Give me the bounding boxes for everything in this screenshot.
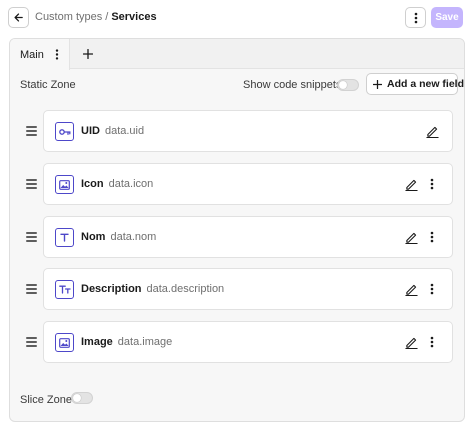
image-icon <box>55 175 74 194</box>
field-label: Description data.description <box>81 283 224 295</box>
slice-zone-label: Slice Zone <box>20 394 72 406</box>
field-card[interactable]: Icon data.icon <box>43 163 453 205</box>
field-api-path: data.uid <box>104 125 145 137</box>
back-button[interactable] <box>8 7 29 28</box>
add-tab-button[interactable] <box>80 45 96 63</box>
field-row-nom: Nom data.nom <box>10 216 464 258</box>
field-row-image: Image data.image <box>10 321 464 363</box>
image-icon <box>55 333 74 352</box>
field-row-uid: UID data.uid <box>10 110 464 152</box>
show-snippets-label: Show code snippets? <box>243 79 348 91</box>
slice-zone-toggle[interactable] <box>71 392 93 404</box>
tab-bar: Main <box>10 39 464 70</box>
drag-handle-icon[interactable] <box>26 284 37 294</box>
drag-handle-icon[interactable] <box>26 126 37 136</box>
field-label: Nom data.nom <box>81 231 156 243</box>
vertical-dots-icon <box>430 283 434 295</box>
plus-icon <box>373 79 382 89</box>
field-options-button[interactable] <box>427 176 437 192</box>
pencil-icon <box>404 337 418 349</box>
field-options-button[interactable] <box>427 229 437 245</box>
field-card[interactable]: UID data.uid <box>43 110 453 152</box>
arrow-left-icon <box>14 13 23 22</box>
edit-field-button[interactable] <box>403 281 419 297</box>
top-bar: Custom types / Services Save <box>0 0 474 36</box>
edit-field-button[interactable] <box>403 334 419 350</box>
field-name: Icon <box>81 178 104 190</box>
field-api-path: data.icon <box>108 178 154 190</box>
drag-handle-icon[interactable] <box>26 232 37 242</box>
field-options-button[interactable] <box>427 334 437 350</box>
show-snippets-toggle[interactable] <box>337 79 359 91</box>
pencil-icon <box>404 232 418 244</box>
toggle-knob <box>339 81 347 89</box>
field-name: UID <box>81 125 100 137</box>
field-api-path: data.description <box>146 283 225 295</box>
drag-handle-icon[interactable] <box>26 337 37 347</box>
tab-main-label: Main <box>20 48 44 61</box>
field-name: Nom <box>81 231 106 243</box>
field-label: Image data.image <box>81 336 172 348</box>
vertical-dots-icon <box>414 12 417 23</box>
plus-icon <box>83 49 93 59</box>
more-options-button[interactable] <box>405 7 426 28</box>
pencil-icon <box>404 284 418 296</box>
field-options-button[interactable] <box>427 281 437 297</box>
add-field-button[interactable]: Add a new field <box>366 73 464 95</box>
breadcrumb-parent[interactable]: Custom types <box>35 11 102 23</box>
save-button[interactable]: Save <box>431 7 463 28</box>
field-card[interactable]: Nom data.nom <box>43 216 453 258</box>
edit-field-button[interactable] <box>403 176 419 192</box>
vertical-dots-icon <box>430 231 434 243</box>
pencil-icon <box>425 126 439 138</box>
drag-handle-icon[interactable] <box>26 179 37 189</box>
vertical-dots-icon <box>430 178 434 190</box>
field-api-path: data.image <box>117 336 173 348</box>
edit-field-button[interactable] <box>403 229 419 245</box>
field-name: Description <box>81 283 142 295</box>
rich-text-icon <box>55 280 74 299</box>
static-zone-title: Static Zone <box>20 79 76 91</box>
key-icon <box>55 122 74 141</box>
field-card[interactable]: Image data.image <box>43 321 453 363</box>
pencil-icon <box>404 179 418 191</box>
field-row-description: Description data.description <box>10 268 464 310</box>
field-label: UID data.uid <box>81 125 144 137</box>
field-api-path: data.nom <box>110 231 157 243</box>
breadcrumb-current: Services <box>111 11 157 23</box>
vertical-dots-icon <box>55 48 59 60</box>
vertical-dots-icon <box>430 336 434 348</box>
add-field-label: Add a new field <box>387 78 465 90</box>
toggle-knob <box>73 394 81 402</box>
field-name: Image <box>81 336 113 348</box>
breadcrumb: Custom types / Services <box>35 11 157 23</box>
edit-field-button[interactable] <box>424 123 440 139</box>
text-icon <box>55 228 74 247</box>
tab-options-button[interactable] <box>52 47 62 61</box>
static-zone-header: Static Zone Show code snippets? Add a ne… <box>10 70 464 100</box>
custom-type-editor: Main Static Zone Show code snippets? Add… <box>9 38 465 422</box>
field-row-icon: Icon data.icon <box>10 163 464 205</box>
field-card[interactable]: Description data.description <box>43 268 453 310</box>
field-label: Icon data.icon <box>81 178 153 190</box>
breadcrumb-separator: / <box>105 11 109 23</box>
